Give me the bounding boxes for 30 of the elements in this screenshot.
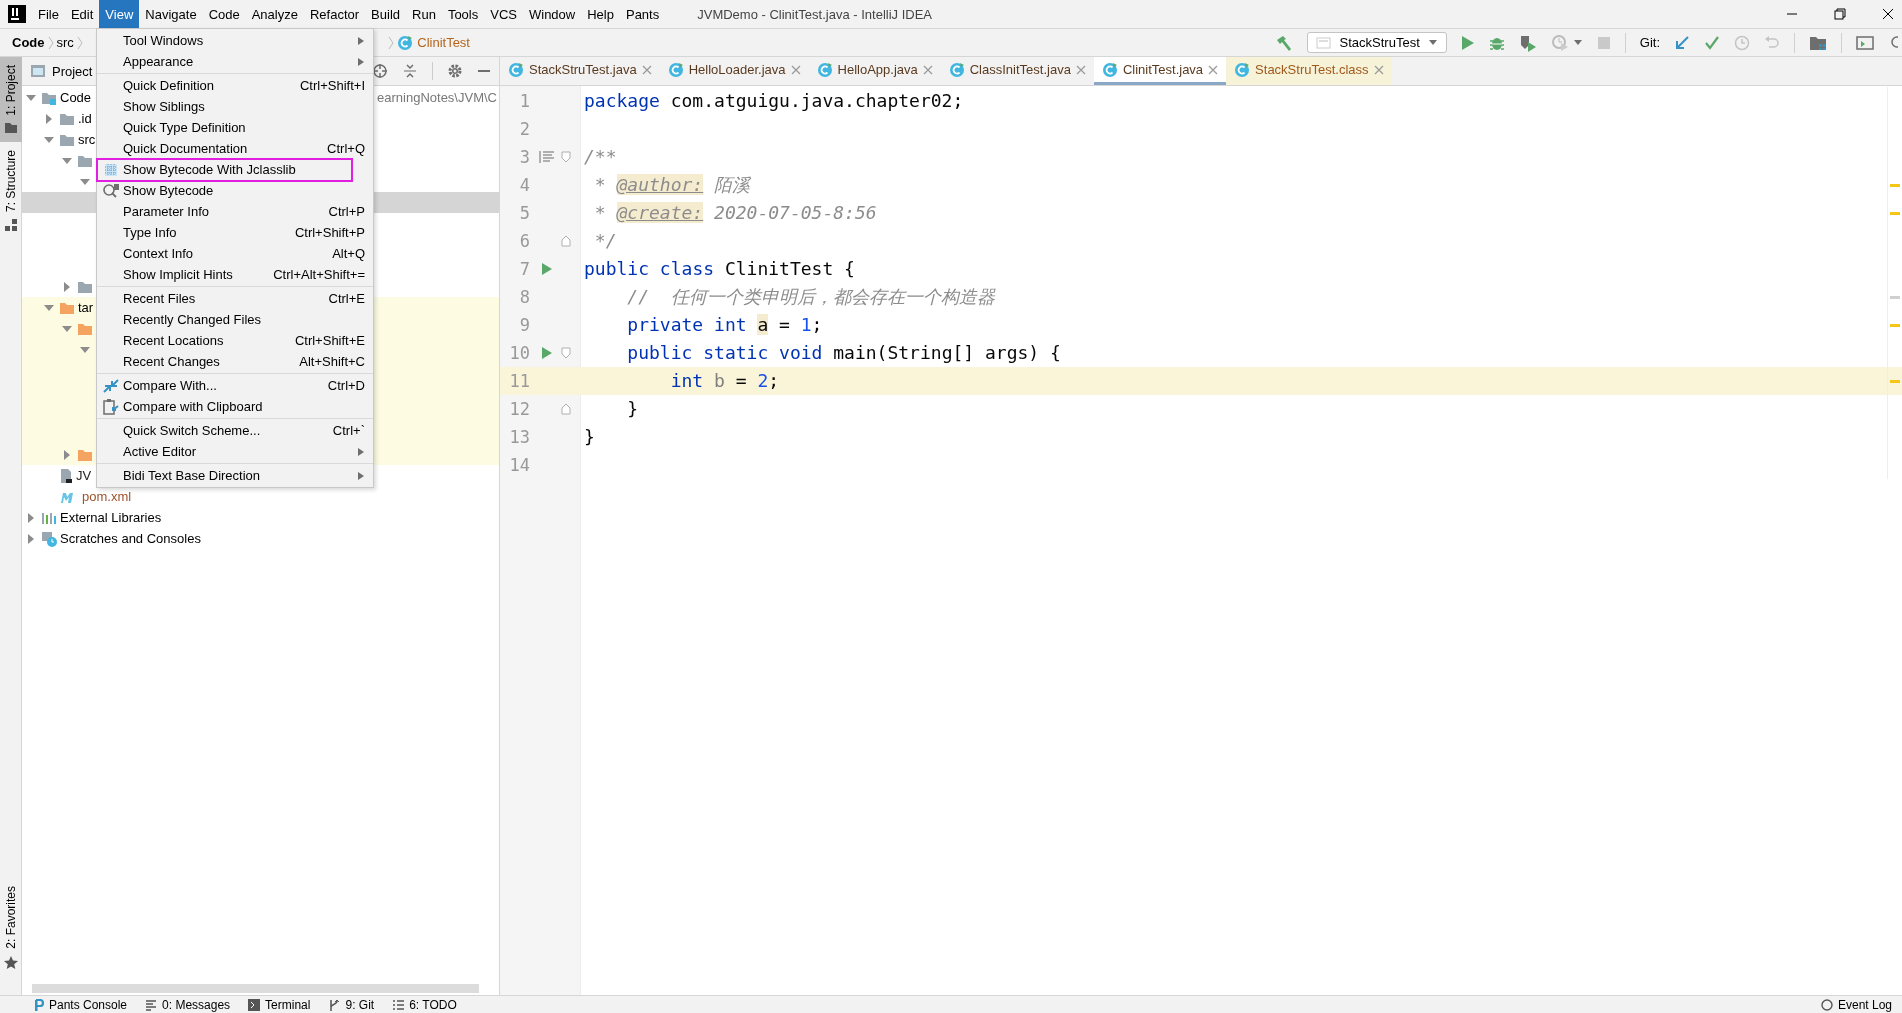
code-line: * @author: 陌溪 [593, 173, 752, 197]
line-number: 5 [518, 203, 530, 223]
line-number: 3 [518, 147, 530, 167]
line-number: 9 [518, 315, 530, 335]
code-line: package com.atguigu.java.chapter02; [583, 89, 965, 113]
line-number: 4 [518, 175, 530, 195]
code-line: * @create: 2020-07-05-8:56 [593, 201, 878, 225]
line-number: 1 [518, 91, 530, 111]
code-line: int b = 2; [669, 369, 781, 393]
code-line: } [626, 397, 640, 421]
code-line: public static void main(String[] args) { [626, 341, 1062, 365]
line-number: 8 [518, 287, 530, 307]
path-hint: earningNotes\JVM\C [377, 90, 498, 105]
line-number: 6 [518, 231, 530, 251]
code-line: } [583, 425, 596, 449]
line-number: 2 [518, 119, 530, 139]
code-line: private int a = 1; [626, 313, 824, 337]
vcs-label: Git: [1639, 35, 1660, 50]
code-line: public class ClinitTest { [583, 257, 856, 281]
line-number: 10 [508, 343, 530, 363]
line-number: 13 [508, 427, 530, 447]
line-number: 7 [518, 259, 530, 279]
line-number: 14 [508, 455, 530, 475]
panel-title: Project [52, 63, 93, 79]
code-line: /** [583, 145, 618, 169]
line-number: 11 [508, 371, 530, 391]
line-number: 12 [508, 399, 530, 419]
code-line: */ [593, 229, 618, 253]
code-line: // 任何一个类申明后，都会存在一个构造器 [626, 285, 997, 309]
window-title: JVMDemo - ClinitTest.java - IntelliJ IDEA [697, 6, 932, 22]
